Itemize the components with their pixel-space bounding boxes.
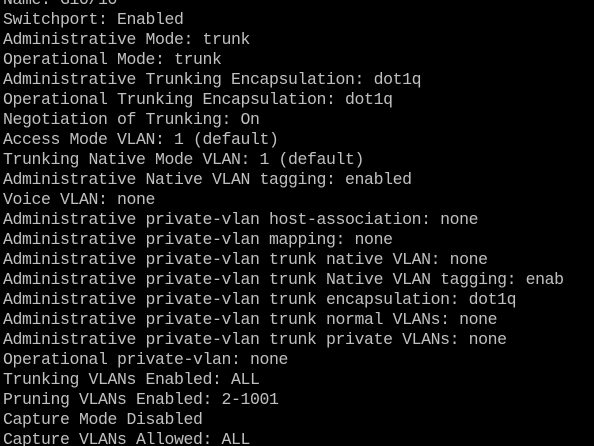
terminal-line: Administrative Native VLAN tagging: enab…	[3, 170, 412, 189]
terminal-line: Operational private-vlan: none	[3, 350, 289, 369]
terminal-line: Administrative private-vlan host-associa…	[3, 210, 479, 229]
terminal-line: Administrative Mode: trunk	[3, 30, 251, 49]
terminal-line: Administrative private-vlan trunk encaps…	[3, 290, 517, 309]
terminal-line: Administrative private-vlan trunk native…	[3, 250, 488, 269]
terminal-line: Switchport: Enabled	[3, 10, 184, 29]
terminal-line: Trunking Native Mode VLAN: 1 (default)	[3, 150, 365, 169]
terminal-line: Name: Gi0/10	[3, 0, 117, 10]
terminal-line: Administrative private-vlan trunk privat…	[3, 330, 507, 349]
terminal-line: Access Mode VLAN: 1 (default)	[3, 130, 279, 149]
terminal-line: Pruning VLANs Enabled: 2-1001	[3, 390, 279, 409]
terminal-line: Negotiation of Trunking: On	[3, 110, 260, 129]
terminal-output[interactable]: Name: Gi0/10 Switchport: Enabled Adminis…	[0, 0, 594, 446]
terminal-line: Administrative private-vlan trunk normal…	[3, 310, 498, 329]
terminal-line: Capture VLANs Allowed: ALL	[3, 430, 251, 446]
terminal-line: Capture Mode Disabled	[3, 410, 203, 429]
terminal-line: Administrative private-vlan mapping: non…	[3, 230, 393, 249]
terminal-line: Administrative Trunking Encapsulation: d…	[3, 70, 422, 89]
terminal-line: Voice VLAN: none	[3, 190, 156, 209]
terminal-line: Administrative private-vlan trunk Native…	[3, 270, 564, 289]
terminal-line: Trunking VLANs Enabled: ALL	[3, 370, 260, 389]
terminal-line: Operational Mode: trunk	[3, 50, 222, 69]
terminal-line: Operational Trunking Encapsulation: dot1…	[3, 90, 393, 109]
